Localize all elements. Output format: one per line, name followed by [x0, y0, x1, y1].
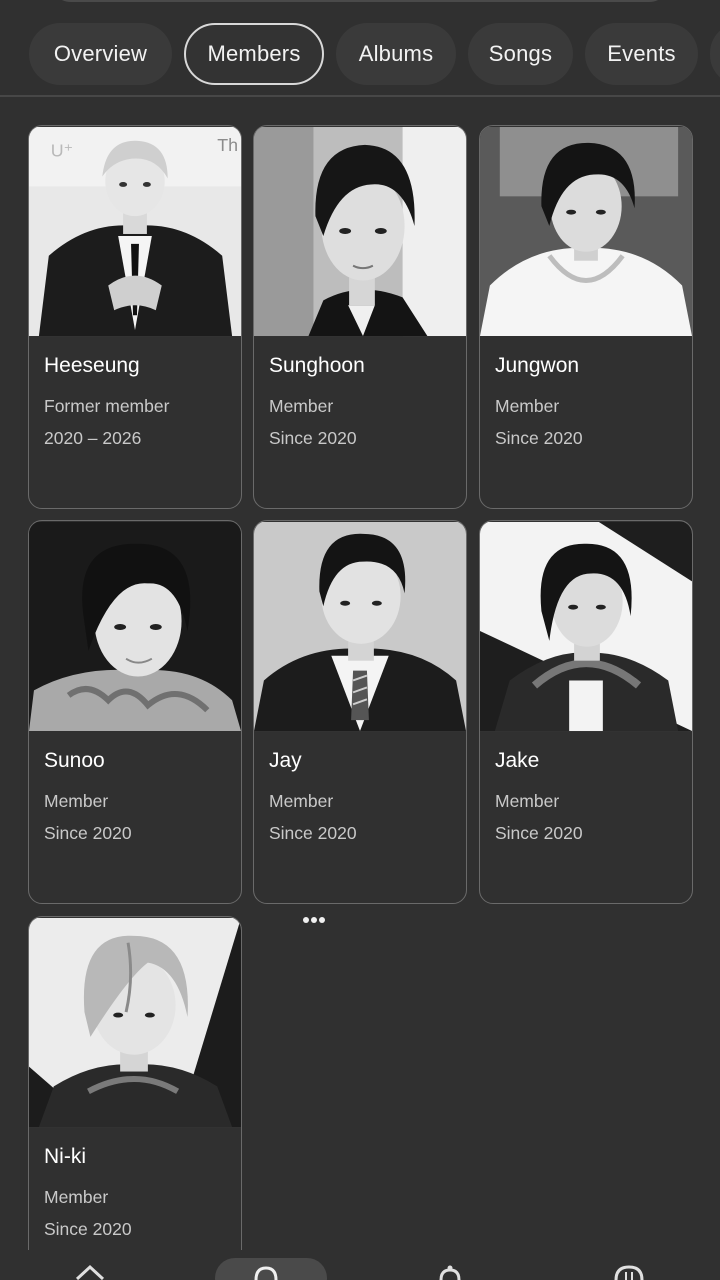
member-name: Ni-ki	[44, 1145, 86, 1168]
member-card-sunghoon[interactable]: Sunghoon Member Since 2020	[253, 125, 467, 509]
member-name: Sunoo	[44, 749, 105, 772]
member-name: Heeseung	[44, 354, 140, 377]
loading-indicator	[301, 915, 327, 925]
member-role: Member	[495, 396, 560, 416]
member-card-jake[interactable]: Jake Member Since 2020	[479, 520, 693, 904]
tab-members[interactable]: Members	[184, 23, 324, 85]
tab-events[interactable]: Events	[585, 23, 698, 85]
tabs-divider	[0, 95, 720, 97]
member-role: Member	[269, 791, 334, 811]
notifications-icon[interactable]	[436, 1264, 464, 1280]
member-years: Since 2020	[269, 823, 357, 843]
tab-songs[interactable]: Songs	[468, 23, 573, 85]
member-name: Jungwon	[495, 354, 580, 377]
search-icon[interactable]	[251, 1266, 281, 1280]
member-name: Sunghoon	[269, 354, 365, 377]
member-photo: U⁺ Th	[29, 126, 241, 337]
bottom-nav	[0, 1250, 720, 1280]
member-name: Jay	[269, 749, 302, 772]
tab-more[interactable]	[710, 23, 720, 85]
member-role: Member	[44, 791, 109, 811]
member-years: Since 2020	[495, 823, 583, 843]
member-photo	[480, 126, 692, 337]
svg-text:U⁺: U⁺	[51, 141, 73, 161]
member-years: Since 2020	[269, 428, 357, 448]
search-bar[interactable]	[50, 0, 670, 2]
tab-bar: Overview Members Albums Songs Events	[0, 20, 720, 90]
member-card-jungwon[interactable]: Jungwon Member Since 2020	[479, 125, 693, 509]
member-name: Jake	[495, 749, 540, 772]
page: Overview Members Albums Songs Events U⁺ …	[0, 0, 720, 1280]
member-card-heeseung[interactable]: U⁺ Th Heeseung Former member 2020 – 2026	[28, 125, 242, 509]
member-photo	[480, 521, 692, 732]
member-role: Member	[44, 1187, 109, 1207]
member-role: Former member	[44, 396, 170, 416]
svg-text:Th: Th	[217, 135, 238, 155]
member-card-ni-ki[interactable]: Ni-ki Member Since 2020	[28, 916, 242, 1256]
home-icon[interactable]	[74, 1264, 106, 1280]
tab-overview[interactable]: Overview	[29, 23, 172, 85]
member-years: Since 2020	[44, 1219, 132, 1239]
member-photo	[29, 917, 241, 1128]
member-photo	[254, 126, 466, 337]
member-years: 2020 – 2026	[44, 428, 142, 448]
saved-icon[interactable]	[612, 1264, 646, 1280]
member-photo	[29, 521, 241, 732]
member-card-jay[interactable]: Jay Member Since 2020	[253, 520, 467, 904]
member-role: Member	[495, 791, 560, 811]
tab-albums[interactable]: Albums	[336, 23, 456, 85]
member-photo	[254, 521, 466, 732]
member-role: Member	[269, 396, 334, 416]
member-card-sunoo[interactable]: Sunoo Member Since 2020	[28, 520, 242, 904]
member-years: Since 2020	[44, 823, 132, 843]
member-years: Since 2020	[495, 428, 583, 448]
